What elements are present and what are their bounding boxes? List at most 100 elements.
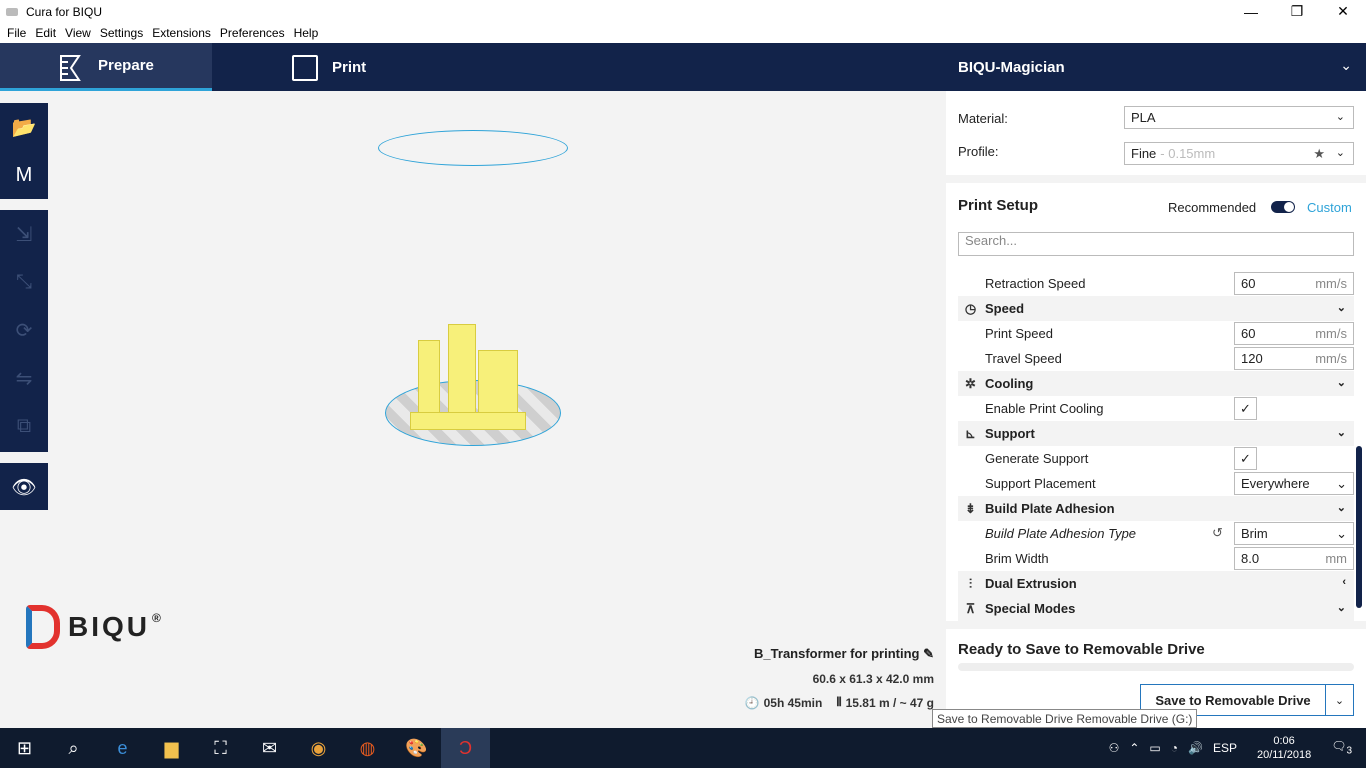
material-select[interactable]: PLA ⌄ — [1124, 106, 1354, 129]
tab-print-label: Print — [332, 58, 367, 76]
chevron-down-icon: ⌄ — [1335, 111, 1345, 123]
menu-preferences[interactable]: Preferences — [220, 26, 285, 40]
machine-selector[interactable]: BIQU-Magician — [958, 43, 1065, 91]
category-cooling[interactable]: ✲ Cooling ⌄ — [958, 371, 1354, 396]
print-icon — [292, 55, 318, 81]
wifi-icon[interactable]: ◔ — [1171, 741, 1178, 755]
mirror-icon[interactable]: ⇋ — [0, 354, 48, 402]
tab-prepare[interactable]: Prepare — [0, 43, 212, 91]
close-button[interactable]: ✕ — [1320, 0, 1366, 23]
chrome-icon[interactable]: ◉ — [294, 728, 343, 768]
category-speed[interactable]: ◷ Speed ⌄ — [958, 296, 1354, 321]
clock-icon: 🕘 — [744, 695, 760, 710]
scale-icon[interactable]: ⤡ — [0, 258, 48, 306]
menu-help[interactable]: Help — [294, 26, 319, 40]
edge-icon[interactable]: e — [98, 728, 147, 768]
store-icon[interactable]: ⛶ — [196, 728, 245, 768]
pencil-icon[interactable]: ✎ — [923, 646, 934, 661]
chevron-left-icon: ‹ — [1342, 576, 1346, 588]
eye-icon[interactable]: 👁 — [0, 463, 48, 511]
restore-button[interactable]: ❐ — [1274, 0, 1320, 23]
retraction-speed-input[interactable]: 60 mm/s — [1234, 272, 1354, 295]
settings-scrollbar[interactable] — [1356, 446, 1362, 608]
chevron-up-icon[interactable]: ⌃ — [1129, 741, 1139, 755]
chevron-down-icon: ⌄ — [1336, 525, 1347, 541]
category-adhesion[interactable]: ⇟ Build Plate Adhesion ⌄ — [958, 496, 1354, 521]
language-indicator[interactable]: ESP — [1213, 741, 1237, 755]
menu-extensions[interactable]: Extensions — [152, 26, 211, 40]
windows-start-icon[interactable]: ⊞ — [0, 728, 49, 768]
menu-settings[interactable]: Settings — [100, 26, 143, 40]
app-icon — [6, 7, 18, 16]
category-special-modes[interactable]: ⊼ Special Modes ⌄ — [958, 596, 1354, 621]
move-icon[interactable]: ⇲ — [0, 210, 48, 258]
battery-icon[interactable]: ▭ — [1149, 741, 1160, 755]
divider — [946, 621, 1366, 629]
people-icon[interactable]: ⚇ — [1109, 741, 1120, 755]
category-support[interactable]: ⊾ Support ⌄ — [958, 421, 1354, 446]
tab-prepare-label: Prepare — [98, 57, 154, 74]
print-setup-title: Print Setup — [958, 197, 1039, 214]
file-explorer-icon[interactable]: ▆ — [147, 728, 196, 768]
enable-cooling-checkbox[interactable]: ✓ — [1234, 397, 1257, 420]
notifications-icon[interactable]: 🗨3 — [1331, 739, 1352, 756]
reset-icon[interactable]: ↺ — [1212, 525, 1223, 541]
clock[interactable]: 0:06 20/11/2018 — [1252, 734, 1316, 762]
material-usage: 15.81 m / ~ 47 g — [845, 695, 934, 710]
header-bar: Prepare Print BIQU-Magician ⌄ — [0, 43, 1366, 91]
chevron-down-icon: ⌄ — [1335, 147, 1345, 159]
minimize-button[interactable]: — — [1228, 0, 1274, 23]
profile-label: Profile: — [958, 144, 999, 159]
volume-icon[interactable]: 🔊 — [1188, 741, 1203, 755]
chevron-down-icon[interactable]: ⌄ — [1340, 57, 1352, 74]
recommended-toggle-label[interactable]: Recommended — [1168, 200, 1256, 215]
menu-view[interactable]: View — [65, 26, 91, 40]
marketplace-icon[interactable]: M — [0, 151, 48, 199]
model-base[interactable] — [410, 412, 526, 430]
adhesion-type-select[interactable]: Brim ⌄ — [1234, 522, 1354, 545]
search-icon[interactable]: ⌕ — [49, 728, 98, 768]
brim-width-input[interactable]: 8.0 mm — [1234, 547, 1354, 570]
category-dual-extrusion[interactable]: ⫶ Dual Extrusion ‹ — [958, 571, 1354, 596]
object-name[interactable]: B_Transformer for printing ✎ — [700, 646, 934, 662]
mode-toggle[interactable] — [1271, 201, 1295, 213]
menu-edit[interactable]: Edit — [35, 26, 56, 40]
settings-search-input[interactable]: Search... — [958, 232, 1354, 256]
setting-generate-support: Generate Support ✓ — [958, 446, 1354, 471]
setting-brim-width: Brim Width 8.0 mm — [958, 546, 1354, 571]
paint-icon[interactable]: 🎨 — [392, 728, 441, 768]
brand-logo: BIQU ® — [26, 605, 164, 649]
custom-toggle-label[interactable]: Custom — [1307, 200, 1352, 215]
generate-support-checkbox[interactable]: ✓ — [1234, 447, 1257, 470]
setting-retraction-speed: Retraction Speed 60 mm/s — [958, 271, 1354, 296]
fan-icon: ✲ — [965, 376, 976, 391]
support-placement-select[interactable]: Everywhere ⌄ — [1234, 472, 1354, 495]
biqu-logo-mark — [26, 605, 60, 649]
profile-select[interactable]: Fine - 0.15mm ★ ⌄ — [1124, 142, 1354, 165]
travel-speed-input[interactable]: 120 mm/s — [1234, 347, 1354, 370]
print-speed-input[interactable]: 60 mm/s — [1234, 322, 1354, 345]
menu-bar: File Edit View Settings Extensions Prefe… — [0, 23, 1366, 43]
output-device-dropdown[interactable]: ⌄ — [1325, 684, 1354, 716]
cura-taskbar-icon[interactable]: Ɔ — [441, 728, 490, 768]
rotate-icon[interactable]: ⟳ — [0, 306, 48, 354]
chevron-down-icon: ⌄ — [1336, 602, 1346, 614]
print-time: 05h 45min — [763, 695, 823, 710]
machine-name: BIQU-Magician — [958, 58, 1065, 76]
menu-file[interactable]: File — [7, 26, 26, 40]
material-panel: Material: PLA ⌄ Profile: Fine - 0.15mm ★ ⌄ — [946, 91, 1366, 179]
tab-print[interactable]: Print — [212, 43, 424, 91]
open-file-icon[interactable]: 📂 — [0, 103, 48, 151]
per-model-settings-icon[interactable]: ⧉ — [0, 402, 48, 450]
star-icon: ★ — [1313, 146, 1325, 161]
mail-icon[interactable]: ✉ — [245, 728, 294, 768]
taskbar: ⊞ ⌕ e ▆ ⛶ ✉ ◉ ◍ 🎨 Ɔ ⚇ ⌃ ▭ ◔ 🔊 ESP 0:06 2… — [0, 728, 1366, 768]
setting-support-placement: Support Placement Everywhere ⌄ — [958, 471, 1354, 496]
model-part[interactable] — [448, 324, 476, 424]
firefox-icon[interactable]: ◍ — [343, 728, 392, 768]
adhesion-icon: ⇟ — [965, 501, 976, 516]
transform-toolbar: ⇲ ⤡ ⟳ ⇋ ⧉ — [0, 210, 48, 452]
title-bar: Cura for BIQU — ❐ ✕ — [0, 0, 1366, 23]
divider — [946, 175, 1366, 183]
slice-progress-bar — [958, 663, 1354, 671]
